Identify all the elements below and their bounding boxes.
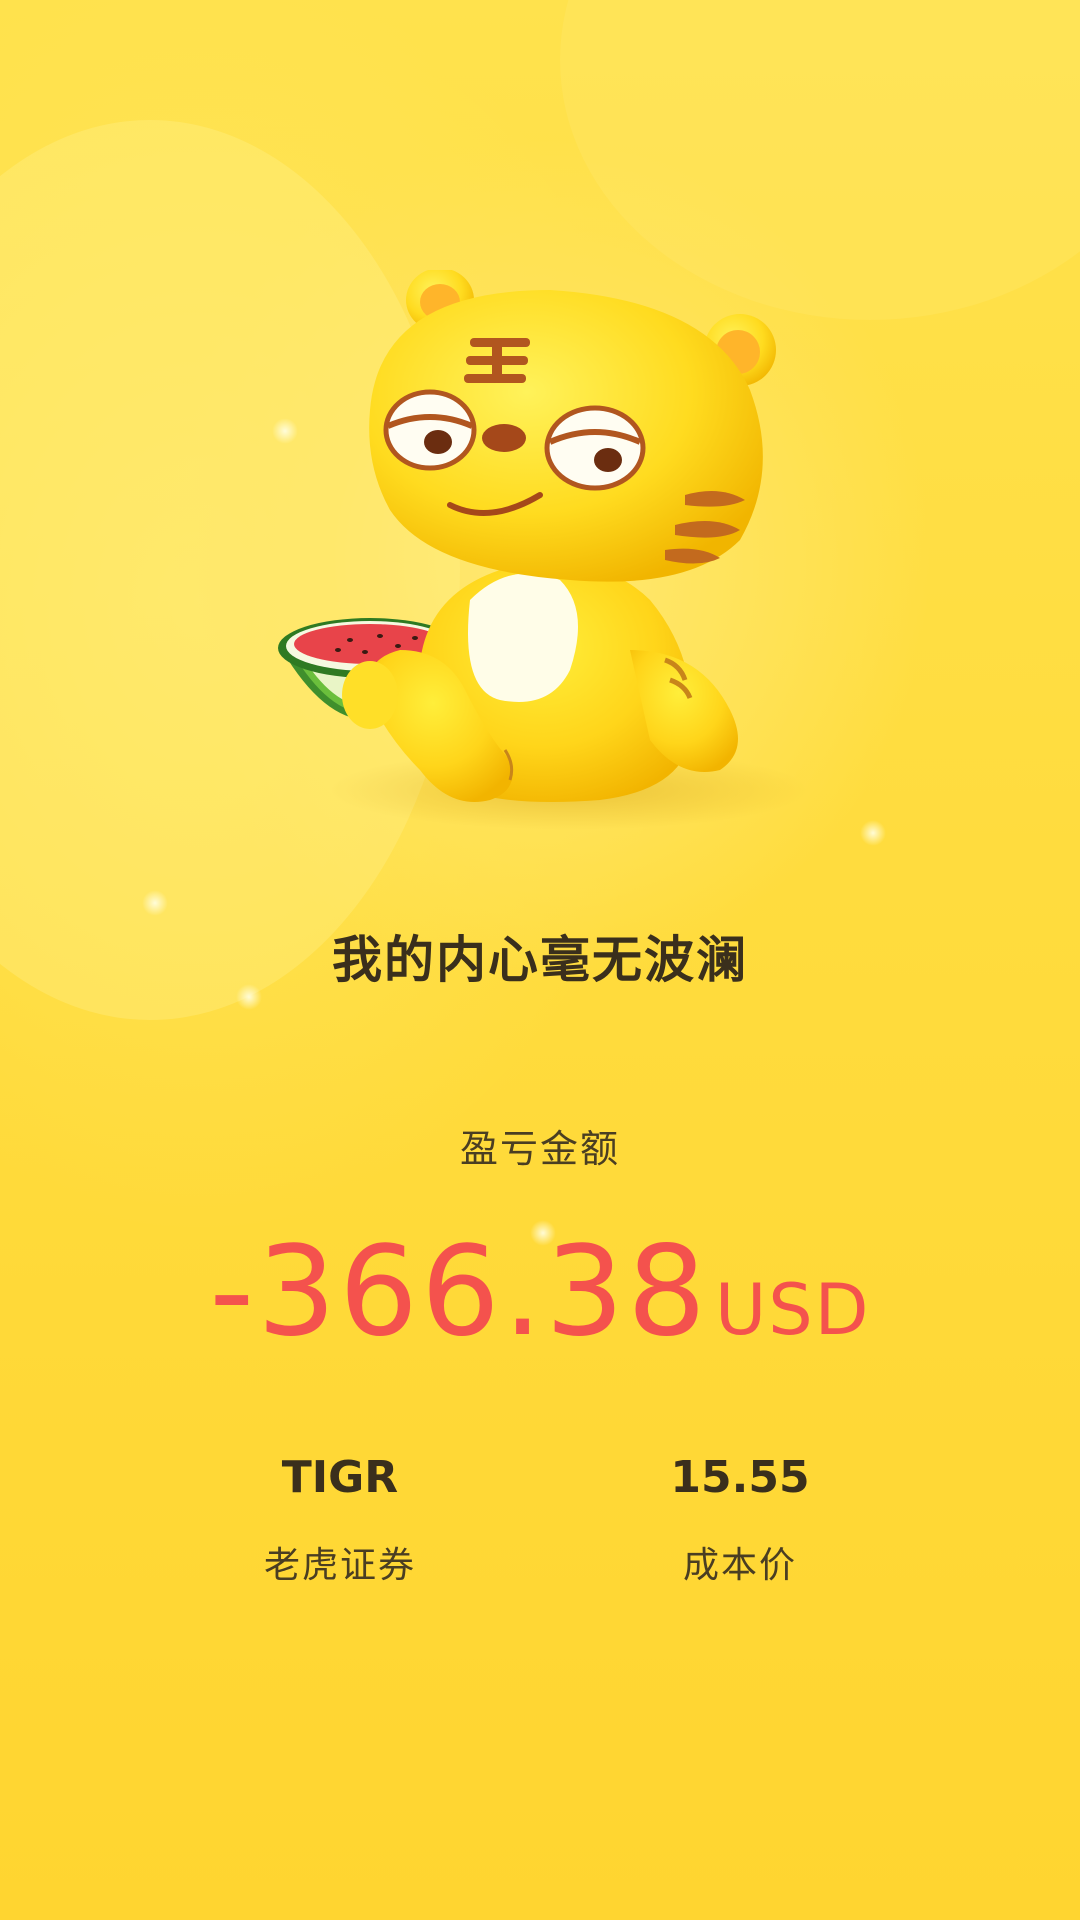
sparkle-icon xyxy=(142,890,168,916)
pnl-label: 盈亏金额 xyxy=(459,1127,620,1171)
cost-label: 成本价 xyxy=(682,1545,797,1586)
share-card: 我的内心毫无波澜 盈亏金额 -366.38USD TIGR 老虎证券 15.55… xyxy=(0,0,1080,1920)
headline: 我的内心毫无波澜 xyxy=(332,931,748,989)
tiger-mascot-with-watermelon-icon xyxy=(270,270,830,850)
pnl-amount: -366.38 xyxy=(209,1220,710,1364)
pnl-amount-row: -366.38USD xyxy=(0,1220,1080,1364)
pnl-currency: USD xyxy=(715,1269,871,1351)
sparkle-icon xyxy=(860,820,886,846)
stock-info: TIGR 老虎证券 xyxy=(160,1452,520,1588)
stock-ticker: TIGR xyxy=(281,1452,399,1503)
cost-value: 15.55 xyxy=(670,1452,810,1503)
cost-info: 15.55 成本价 xyxy=(560,1452,920,1588)
stock-name: 老虎证券 xyxy=(263,1545,416,1586)
